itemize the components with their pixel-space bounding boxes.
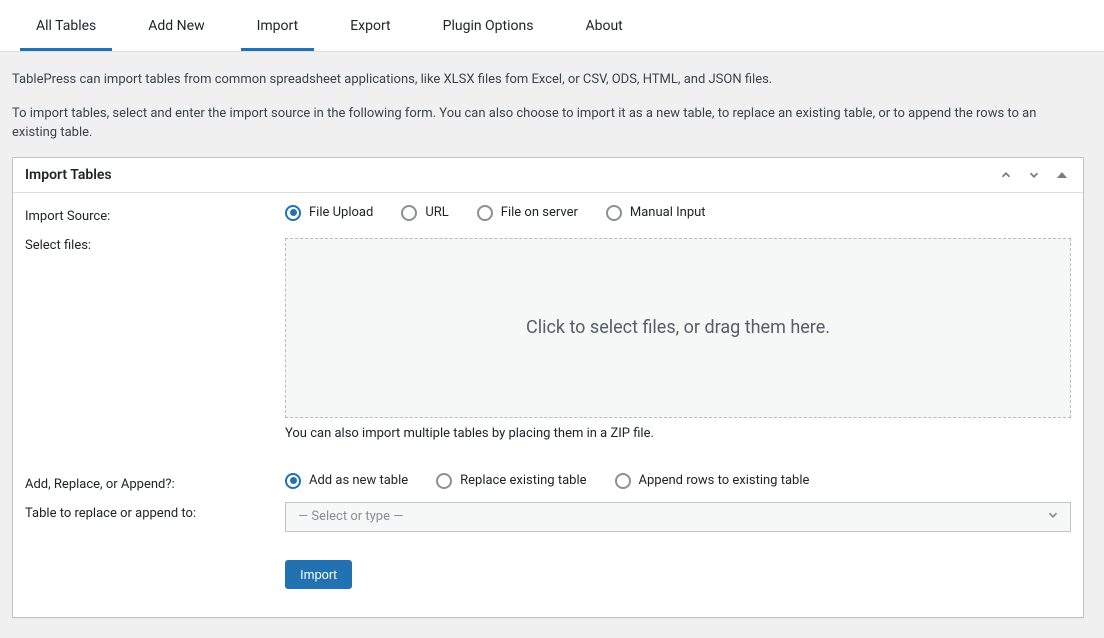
chevron-up-icon[interactable] xyxy=(997,166,1015,184)
row-submit: Import xyxy=(25,542,1071,589)
radio-label: URL xyxy=(425,205,448,220)
radio-label: Add as new table xyxy=(309,473,408,488)
radio-add-new[interactable]: Add as new table xyxy=(285,473,408,489)
panel-header: Import Tables xyxy=(13,158,1083,193)
page-content: TablePress can import tables from common… xyxy=(0,52,1104,638)
radio-manual-input[interactable]: Manual Input xyxy=(606,205,706,221)
tab-about[interactable]: About xyxy=(569,0,638,51)
radio-label: File Upload xyxy=(309,205,373,220)
tab-import[interactable]: Import xyxy=(241,0,315,51)
intro-line-2: To import tables, select and enter the i… xyxy=(12,104,1084,143)
panel-body: Import Source: File Upload URL xyxy=(13,193,1083,617)
import-panel: Import Tables Import Source: File Upload xyxy=(12,157,1084,618)
radio-url[interactable]: URL xyxy=(401,205,448,221)
radio-append[interactable]: Append rows to existing table xyxy=(615,473,810,489)
chevron-down-icon[interactable] xyxy=(1025,166,1043,184)
radio-label: File on server xyxy=(501,205,578,220)
nav-tabs: All Tables Add New Import Export Plugin … xyxy=(0,0,1104,52)
radio-label: Append rows to existing table xyxy=(639,473,810,488)
source-radio-group: File Upload URL File on server Manu xyxy=(285,205,1071,221)
row-select-files: Select files: Click to select files, or … xyxy=(25,234,1071,463)
label-import-source: Import Source: xyxy=(25,205,285,224)
dropzone-text: Click to select files, or drag them here… xyxy=(526,317,830,338)
file-dropzone[interactable]: Click to select files, or drag them here… xyxy=(285,238,1071,418)
target-table-select[interactable]: — Select or type — xyxy=(285,502,1071,532)
radio-icon xyxy=(477,205,493,221)
radio-icon xyxy=(401,205,417,221)
radio-icon xyxy=(436,473,452,489)
button-label: Import xyxy=(300,567,337,582)
select-placeholder: — Select or type — xyxy=(298,509,403,524)
tab-label: Add New xyxy=(148,18,204,34)
panel-controls xyxy=(997,166,1071,184)
tab-all-tables[interactable]: All Tables xyxy=(20,0,112,51)
zip-hint: You can also import multiple tables by p… xyxy=(285,426,1071,441)
panel-title: Import Tables xyxy=(25,167,112,183)
radio-label: Replace existing table xyxy=(460,473,586,488)
tab-label: Import xyxy=(257,18,299,34)
chevron-down-icon xyxy=(1046,508,1060,526)
radio-icon xyxy=(615,473,631,489)
intro-line-1: TablePress can import tables from common… xyxy=(12,70,1084,90)
tab-label: All Tables xyxy=(36,18,96,34)
radio-file-upload[interactable]: File Upload xyxy=(285,205,373,221)
mode-radio-group: Add as new table Replace existing table … xyxy=(285,473,1071,489)
radio-label: Manual Input xyxy=(630,205,706,220)
row-import-source: Import Source: File Upload URL xyxy=(25,205,1071,224)
tab-label: Export xyxy=(350,18,390,34)
label-mode: Add, Replace, or Append?: xyxy=(25,473,285,492)
intro-text: TablePress can import tables from common… xyxy=(12,70,1084,143)
radio-icon xyxy=(285,205,301,221)
tab-label: About xyxy=(585,18,622,34)
import-button[interactable]: Import xyxy=(285,560,352,589)
label-select-files: Select files: xyxy=(25,234,285,253)
triangle-up-icon[interactable] xyxy=(1053,166,1071,184)
row-target-table: Table to replace or append to: — Select … xyxy=(25,502,1071,532)
radio-icon xyxy=(285,473,301,489)
row-mode: Add, Replace, or Append?: Add as new tab… xyxy=(25,473,1071,492)
tab-export[interactable]: Export xyxy=(334,0,406,51)
tab-plugin-options[interactable]: Plugin Options xyxy=(427,0,550,51)
label-target-table: Table to replace or append to: xyxy=(25,502,285,521)
radio-replace[interactable]: Replace existing table xyxy=(436,473,586,489)
radio-file-on-server[interactable]: File on server xyxy=(477,205,578,221)
tab-label: Plugin Options xyxy=(443,18,534,34)
tab-add-new[interactable]: Add New xyxy=(132,0,220,51)
radio-icon xyxy=(606,205,622,221)
